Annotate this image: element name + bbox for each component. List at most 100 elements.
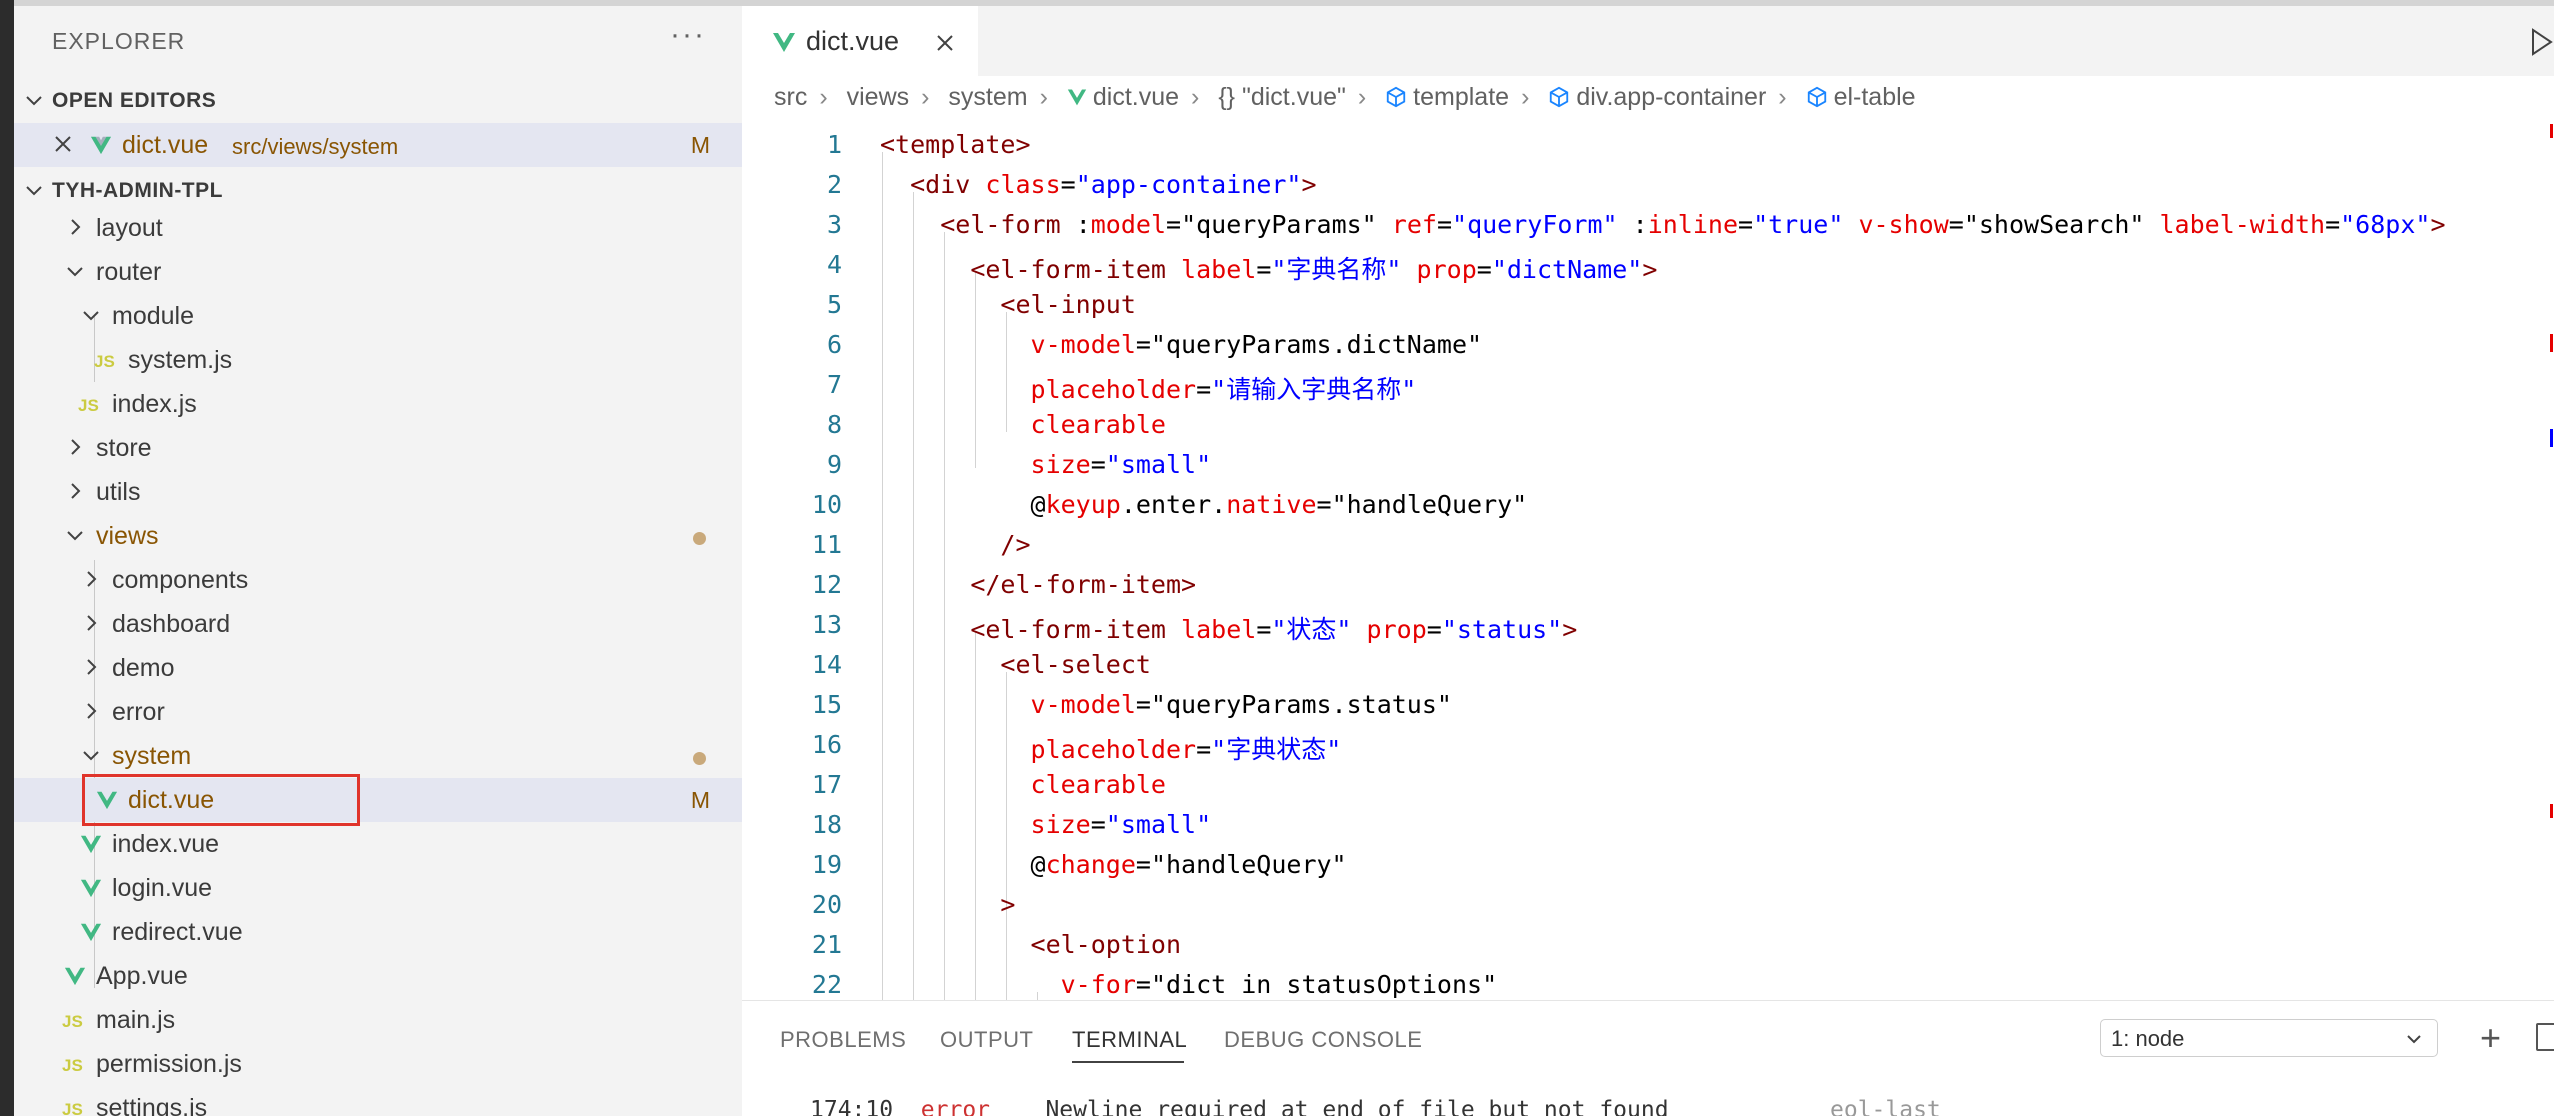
activity-bar (0, 0, 14, 1116)
chevron-down-icon (26, 96, 42, 106)
folder-label: error (112, 698, 165, 726)
split-terminal-icon[interactable] (2536, 1023, 2554, 1051)
code-line: placeholder="请输入字典名称" (1030, 375, 1417, 404)
breadcrumb-item[interactable]: div.app-container (1576, 83, 1766, 112)
folder-utils[interactable]: utils (14, 470, 742, 514)
line-number: 1 (826, 130, 842, 159)
file-login-vue[interactable]: login.vue (14, 866, 742, 910)
line-number: 20 (811, 890, 842, 919)
breadcrumb-separator: › (819, 82, 828, 111)
code-line: v-for="dict in statusOptions" (1060, 970, 1498, 999)
close-icon[interactable] (52, 133, 74, 155)
chevron-down-icon (67, 531, 83, 541)
file-system-js[interactable]: JS system.js (14, 338, 742, 382)
file-settings-js[interactable]: JS settings.js (14, 1086, 742, 1116)
code-line: v-model="queryParams.dictName" (1030, 330, 1483, 359)
folder-demo[interactable]: demo (14, 646, 742, 690)
file-index-vue[interactable]: index.vue (14, 822, 742, 866)
chevron-right-icon (71, 483, 81, 499)
folder-module[interactable]: module (14, 294, 742, 338)
line-number: 13 (811, 610, 842, 639)
tab-dict-vue[interactable]: dict.vue (742, 6, 978, 76)
open-editor-item[interactable]: dict.vue src/views/system M (14, 123, 742, 167)
minimap-edge[interactable] (2544, 124, 2554, 1004)
more-actions-icon[interactable]: ··· (670, 18, 706, 52)
terminal-select-value: 1: node (2111, 1026, 2185, 1051)
tab-debug-console[interactable]: DEBUG CONSOLE (1224, 1027, 1422, 1053)
breadcrumb-item[interactable]: views (847, 83, 910, 112)
vue-icon (90, 136, 112, 155)
breadcrumb-item[interactable]: el-table (1834, 83, 1916, 112)
code-line: /> (1000, 530, 1031, 559)
line-number: 5 (826, 290, 842, 319)
folder-label: dashboard (112, 610, 231, 638)
line-number: 15 (811, 690, 842, 719)
chevron-down-icon (83, 311, 99, 321)
line-number: 21 (811, 930, 842, 959)
folder-store[interactable]: store (14, 426, 742, 470)
code-line: v-model="queryParams.status" (1030, 690, 1452, 719)
chevron-right-icon (71, 219, 81, 235)
folder-system[interactable]: system (14, 734, 742, 778)
folder-router[interactable]: router (14, 250, 742, 294)
open-editors-section[interactable]: OPEN EDITORS (14, 84, 742, 124)
code-line: <el-form-item label="字典名称" prop="dictNam… (970, 255, 1658, 284)
minimap-mark (2550, 429, 2553, 447)
annotation-highlight-box (82, 774, 360, 826)
file-index-js[interactable]: JS index.js (14, 382, 742, 426)
breadcrumb-separator: › (1191, 82, 1200, 111)
file-label: login.vue (112, 874, 213, 902)
vue-icon (64, 967, 86, 986)
code-line: clearable (1030, 410, 1166, 439)
folder-components[interactable]: components (14, 558, 742, 602)
code-line: size="small" (1030, 810, 1212, 839)
code-line: <div class="app-container"> (910, 170, 1317, 199)
element-cube-icon (1807, 87, 1826, 108)
folder-dashboard[interactable]: dashboard (14, 602, 742, 646)
code-line: <el-input (1000, 290, 1136, 319)
file-permission-js[interactable]: JS permission.js (14, 1042, 742, 1086)
new-terminal-button[interactable]: + (2480, 1017, 2501, 1059)
tab-terminal[interactable]: TERMINAL (1072, 1027, 1187, 1053)
tab-problems[interactable]: PROBLEMS (780, 1027, 906, 1053)
breadcrumb-item[interactable]: src (774, 83, 807, 112)
folder-views[interactable]: views (14, 514, 742, 558)
modified-dot (693, 752, 706, 765)
line-number: 2 (826, 170, 842, 199)
code-line: @change="handleQuery" (880, 850, 1347, 879)
folder-layout[interactable]: layout (14, 206, 742, 250)
code-line: placeholder="字典状态" (1030, 735, 1342, 764)
file-label: main.js (96, 1006, 176, 1034)
line-number: 18 (811, 810, 842, 839)
line-number: 4 (826, 250, 842, 279)
file-redirect-vue[interactable]: redirect.vue (14, 910, 742, 954)
active-tab-indicator (1072, 1061, 1184, 1063)
terminal-select[interactable]: 1: node (2100, 1019, 2438, 1057)
code-line: > (1000, 890, 1016, 919)
close-icon[interactable] (934, 32, 956, 54)
breadcrumb-item[interactable]: template (1413, 83, 1509, 112)
code-editor[interactable]: 1 2 3 4 5 6 7 8 9 10 11 12 13 14 15 16 1… (742, 120, 2554, 1002)
line-number: 14 (811, 650, 842, 679)
chevron-right-icon (87, 571, 97, 587)
file-label: settings.js (96, 1094, 208, 1116)
breadcrumb-item[interactable]: {} "dict.vue" (1218, 83, 1346, 112)
file-main-js[interactable]: JS main.js (14, 998, 742, 1042)
line-number: 8 (826, 410, 842, 439)
chevron-right-icon (87, 703, 97, 719)
breadcrumb-item[interactable]: dict.vue (1093, 83, 1179, 112)
tab-output[interactable]: OUTPUT (940, 1027, 1033, 1053)
breadcrumb-item[interactable]: system (948, 83, 1027, 112)
file-label: permission.js (96, 1050, 242, 1078)
folder-error[interactable]: error (14, 690, 742, 734)
chevron-right-icon (87, 659, 97, 675)
code-line: <el-select (1000, 650, 1151, 679)
editor-area: dict.vue src › views › system › dict.vue › {… (742, 6, 2554, 1002)
run-icon[interactable] (2530, 28, 2554, 56)
terminal-position: 174:10 (810, 1097, 894, 1116)
minimap-mark (2550, 804, 2553, 818)
file-app-vue[interactable]: App.vue (14, 954, 742, 998)
bottom-panel: PROBLEMS OUTPUT TERMINAL DEBUG CONSOLE 1… (742, 1000, 2554, 1116)
tab-label: dict.vue (806, 26, 900, 56)
breadcrumb-separator: › (1521, 82, 1530, 111)
